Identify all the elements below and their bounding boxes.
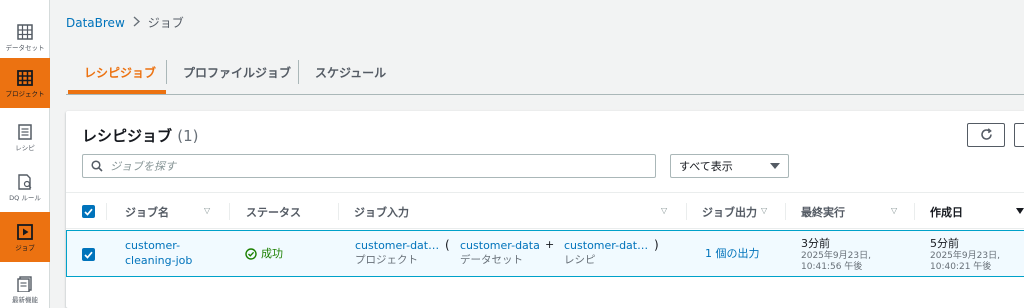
tab-divider — [166, 60, 167, 84]
search-input[interactable] — [110, 159, 630, 173]
job-count: (1) — [177, 127, 199, 145]
sort-descending-icon — [1016, 208, 1024, 214]
dq-rules-icon — [15, 172, 35, 192]
breadcrumb: DataBrew ジョブ — [66, 14, 184, 31]
tab-bar: レシピジョブ プロファイルジョブ スケジュール — [66, 52, 1024, 95]
sidebar-item-whats-new[interactable]: 最新機能 — [0, 264, 50, 308]
paren-close: ) — [654, 238, 659, 252]
created-time: 10:40:21 午後 — [930, 262, 992, 272]
filter-select[interactable]: すべて表示 — [670, 154, 789, 178]
status-badge: 成功 — [245, 246, 283, 261]
sidebar-item-projects[interactable]: プロジェクト — [0, 58, 50, 108]
paren-open: ( — [445, 238, 450, 252]
column-header-last-run[interactable]: 最終実行 — [801, 193, 845, 230]
column-header-job-output[interactable]: ジョブ出力 — [702, 193, 757, 230]
column-divider — [229, 203, 230, 220]
sidebar-item-label: データセット — [5, 44, 45, 53]
sidebar-item-label: レシピ — [15, 144, 35, 153]
job-output-link[interactable]: 1 個の出力 — [705, 246, 760, 261]
column-divider — [686, 203, 687, 220]
recipe-list-icon — [15, 122, 35, 142]
job-name-line: customer- — [125, 239, 181, 252]
tab-schedules[interactable]: スケジュール — [315, 64, 386, 81]
sidebar-item-datasets[interactable]: データセット — [0, 12, 50, 62]
status-text: 成功 — [261, 247, 283, 260]
breadcrumb-current: ジョブ — [147, 16, 184, 30]
search-box — [82, 154, 656, 178]
refresh-button[interactable] — [967, 123, 1005, 147]
caret-down-icon — [770, 163, 780, 169]
sidebar-item-dq-rules[interactable]: DQ ルール — [0, 162, 50, 212]
sidebar-item-label: DQ ルール — [9, 194, 41, 203]
refresh-icon — [980, 126, 993, 145]
tab-recipe-jobs[interactable]: レシピジョブ — [84, 64, 156, 81]
job-play-icon — [15, 222, 35, 242]
sidebar-item-recipes[interactable]: レシピ — [0, 112, 50, 162]
last-run-date: 2025年9月23日, — [801, 251, 871, 261]
created-cell: 5分前 2025年9月23日, 10:40:21 午後 — [930, 236, 1000, 273]
created-date: 2025年9月23日, — [930, 251, 1000, 261]
sidebar-item-label: ジョブ — [15, 244, 35, 253]
input-dataset-link[interactable]: customer-data — [460, 238, 540, 253]
job-name-line: cleaning-job — [125, 254, 193, 267]
input-dataset-label: データセット — [460, 254, 523, 266]
sidebar-item-label: プロジェクト — [5, 90, 45, 99]
chevron-right-icon — [133, 15, 140, 30]
column-header-created[interactable]: 作成日 — [930, 193, 963, 230]
column-header-job-name[interactable]: ジョブ名 — [125, 193, 169, 230]
filter-value: すべて表示 — [679, 160, 733, 173]
search-icon — [91, 157, 103, 176]
last-run-cell: 3分前 2025年9月23日, 10:41:56 午後 — [801, 236, 871, 273]
column-divider — [106, 203, 107, 220]
column-divider — [785, 203, 786, 220]
column-divider — [914, 203, 915, 220]
column-divider — [338, 203, 339, 220]
success-check-icon — [245, 247, 257, 260]
sort-icon: ▽ — [204, 206, 211, 215]
input-dataset: customer-data データセット — [460, 238, 540, 268]
sidebar-item-label: 最新機能 — [12, 296, 38, 305]
table-header: ジョブ名 ▽ ステータス ジョブ入力 ▽ ジョブ出力 ▽ 最終実行 ▽ 作成日 — [66, 192, 1024, 229]
select-all-checkbox[interactable] — [82, 205, 95, 218]
table-icon — [15, 22, 35, 42]
active-tab-indicator — [68, 90, 166, 94]
last-run-relative: 3分前 — [801, 237, 830, 250]
whats-new-icon — [15, 274, 35, 294]
input-project-label: プロジェクト — [355, 254, 418, 266]
actions-button[interactable] — [1014, 123, 1024, 147]
project-grid-icon — [15, 68, 35, 88]
created-relative: 5分前 — [930, 237, 959, 250]
column-header-status[interactable]: ステータス — [246, 193, 301, 230]
input-recipe: customer-dat… レシピ — [564, 238, 648, 268]
tab-profile-jobs[interactable]: プロファイルジョブ — [183, 64, 291, 81]
sidebar-item-jobs[interactable]: ジョブ — [0, 212, 50, 262]
input-recipe-link[interactable]: customer-dat… — [564, 238, 648, 253]
recipe-jobs-panel: レシピジョブ (1) すべて表示 ジョブ名 ▽ ステータス ジョブ入力 ▽ ジョ… — [66, 111, 1024, 308]
job-name-link[interactable]: customer- cleaning-job — [125, 238, 192, 268]
check-icon — [84, 251, 93, 259]
table-row[interactable]: customer- cleaning-job 成功 customer-dat… … — [66, 230, 1024, 277]
input-recipe-label: レシピ — [564, 254, 596, 266]
panel-title-text: レシピジョブ — [82, 127, 173, 145]
sort-icon: ▽ — [661, 206, 668, 215]
sort-icon: ▽ — [891, 206, 898, 215]
breadcrumb-root-link[interactable]: DataBrew — [66, 16, 125, 30]
row-checkbox[interactable] — [82, 248, 95, 261]
sidebar: データセット プロジェクト レシピ DQ ルール ジョブ 最新機能 — [0, 0, 50, 308]
column-header-job-input[interactable]: ジョブ入力 — [354, 193, 409, 230]
input-project-link[interactable]: customer-dat… — [355, 238, 439, 253]
tab-divider — [298, 60, 299, 84]
plus-sign: + — [545, 238, 555, 251]
check-icon — [84, 208, 93, 216]
sort-icon: ▽ — [761, 206, 768, 215]
input-project: customer-dat… プロジェクト — [355, 238, 439, 268]
panel-title: レシピジョブ (1) — [82, 125, 199, 146]
last-run-time: 10:41:56 午後 — [801, 262, 863, 272]
